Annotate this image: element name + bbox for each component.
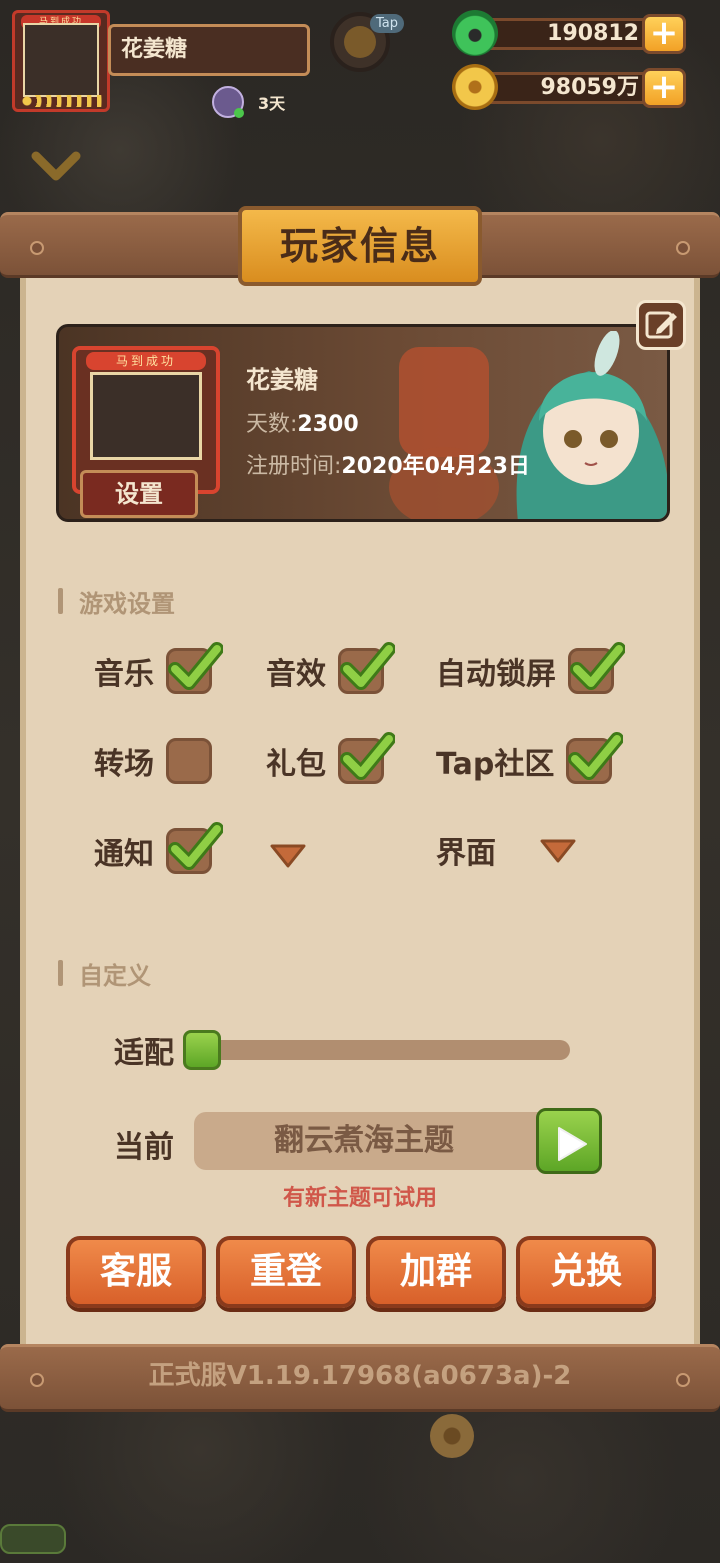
heading-bar	[58, 588, 63, 614]
heading-bar	[58, 960, 63, 986]
profile-register-value: 2020年04月23日	[341, 454, 530, 479]
panel-title: 玩家信息	[238, 206, 482, 286]
sound-effects-checkbox[interactable]	[338, 642, 395, 694]
redeem-button[interactable]: 兑换	[516, 1236, 656, 1308]
interface-dropdown-icon[interactable]	[538, 835, 578, 865]
setting-auto-lock[interactable]: 自动锁屏	[436, 642, 625, 694]
fit-slider-label: 适配	[114, 1036, 174, 1071]
join-group-button[interactable]: 加群	[366, 1236, 506, 1308]
checkmark-icon	[168, 642, 223, 690]
setting-label: 音乐	[94, 657, 154, 692]
login-days-row: 3天	[212, 86, 285, 118]
transition-checkbox[interactable]	[166, 738, 212, 784]
custom-heading-text: 自定义	[79, 961, 151, 990]
add-coin-button[interactable]: +	[642, 68, 686, 108]
profile-days-label: 天数:	[246, 412, 298, 437]
notification-checkbox[interactable]	[166, 822, 223, 874]
notification-dropdown-icon[interactable]	[268, 840, 308, 870]
current-theme-field[interactable]: 翻云煮海主题	[194, 1112, 564, 1170]
avatar-frame-coins	[19, 95, 103, 107]
current-theme-label: 当前	[114, 1130, 174, 1165]
setting-gift-pack[interactable]: 礼包	[266, 732, 395, 784]
game-settings-heading: 游戏设置	[58, 586, 175, 618]
add-jade-button[interactable]: +	[642, 14, 686, 54]
setting-label: 音效	[266, 657, 326, 692]
setting-label: 礼包	[266, 747, 326, 782]
login-days-text: 3天	[258, 94, 286, 113]
customer-service-button[interactable]: 客服	[66, 1236, 206, 1308]
avatar-settings-button[interactable]: 设置	[80, 470, 198, 518]
bottom-toggle[interactable]	[0, 1524, 66, 1554]
chevron-down-icon[interactable]	[30, 150, 82, 186]
setting-label: 界面	[436, 836, 496, 871]
profile-register-row: 注册时间:2020年04月23日	[246, 448, 530, 480]
coin-currency: 98059万 +	[452, 64, 686, 110]
player-name-plate[interactable]: 花姜糖	[108, 24, 310, 76]
background-lantern	[399, 347, 489, 457]
setting-label: 自动锁屏	[436, 657, 556, 692]
theme-play-button[interactable]	[536, 1108, 602, 1174]
version-text: 正式服V1.19.17968(a0673a)-2	[148, 1361, 572, 1391]
setting-interface[interactable]: 界面	[436, 828, 578, 872]
nail-icon	[676, 241, 690, 255]
setting-sound-effects[interactable]: 音效	[266, 642, 395, 694]
setting-transition[interactable]: 转场	[94, 738, 212, 784]
coin-icon	[430, 1414, 474, 1458]
new-theme-hint: 有新主题可试用	[282, 1186, 437, 1211]
setting-label: Tap社区	[436, 747, 555, 782]
gift-pack-checkbox[interactable]	[338, 732, 395, 784]
checkmark-icon	[340, 642, 395, 690]
checkmark-icon	[168, 822, 223, 870]
play-icon	[558, 1127, 587, 1161]
fit-slider-track[interactable]	[196, 1040, 570, 1060]
jade-amount: 190812	[482, 18, 662, 50]
setting-music[interactable]: 音乐	[94, 642, 223, 694]
fit-slider-handle[interactable]	[183, 1030, 221, 1070]
setting-label: 通知	[94, 837, 154, 872]
custom-heading: 自定义	[58, 958, 151, 990]
setting-label: 转场	[94, 747, 154, 782]
game-settings-heading-text: 游戏设置	[79, 589, 175, 618]
profile-frame-ribbon: 马到成功	[86, 352, 206, 370]
tap-tag: Tap	[369, 14, 404, 33]
character-illustration	[516, 331, 667, 519]
profile-days-value: 2300	[297, 412, 359, 437]
profile-days-row: 天数:2300	[246, 406, 359, 438]
checkmark-icon	[568, 732, 624, 780]
player-avatar[interactable]: 马到成功	[12, 10, 110, 112]
coin-amount: 98059万	[482, 72, 662, 104]
friend-avatar-icon[interactable]	[212, 86, 244, 118]
relogin-button[interactable]: 重登	[216, 1236, 356, 1308]
checkmark-icon	[340, 732, 395, 780]
profile-register-label: 注册时间:	[246, 454, 342, 479]
edit-profile-button[interactable]	[636, 300, 686, 350]
edit-icon	[645, 311, 677, 339]
music-checkbox[interactable]	[166, 642, 223, 694]
setting-notification[interactable]: 通知	[94, 822, 223, 874]
nail-icon	[30, 241, 44, 255]
setting-tap-community[interactable]: Tap社区	[436, 732, 624, 784]
coin-icon	[452, 64, 498, 110]
profile-portrait	[90, 372, 202, 460]
jade-currency: 190812 +	[452, 10, 686, 56]
jade-icon	[452, 10, 498, 56]
tap-character-icon	[344, 26, 376, 58]
tap-community-bubble[interactable]: Tap	[330, 12, 404, 72]
avatar-portrait	[23, 23, 99, 97]
profile-name: 花姜糖	[246, 366, 318, 394]
auto-lock-checkbox[interactable]	[568, 642, 625, 694]
checkmark-icon	[570, 642, 625, 690]
tap-community-checkbox[interactable]	[566, 732, 624, 784]
